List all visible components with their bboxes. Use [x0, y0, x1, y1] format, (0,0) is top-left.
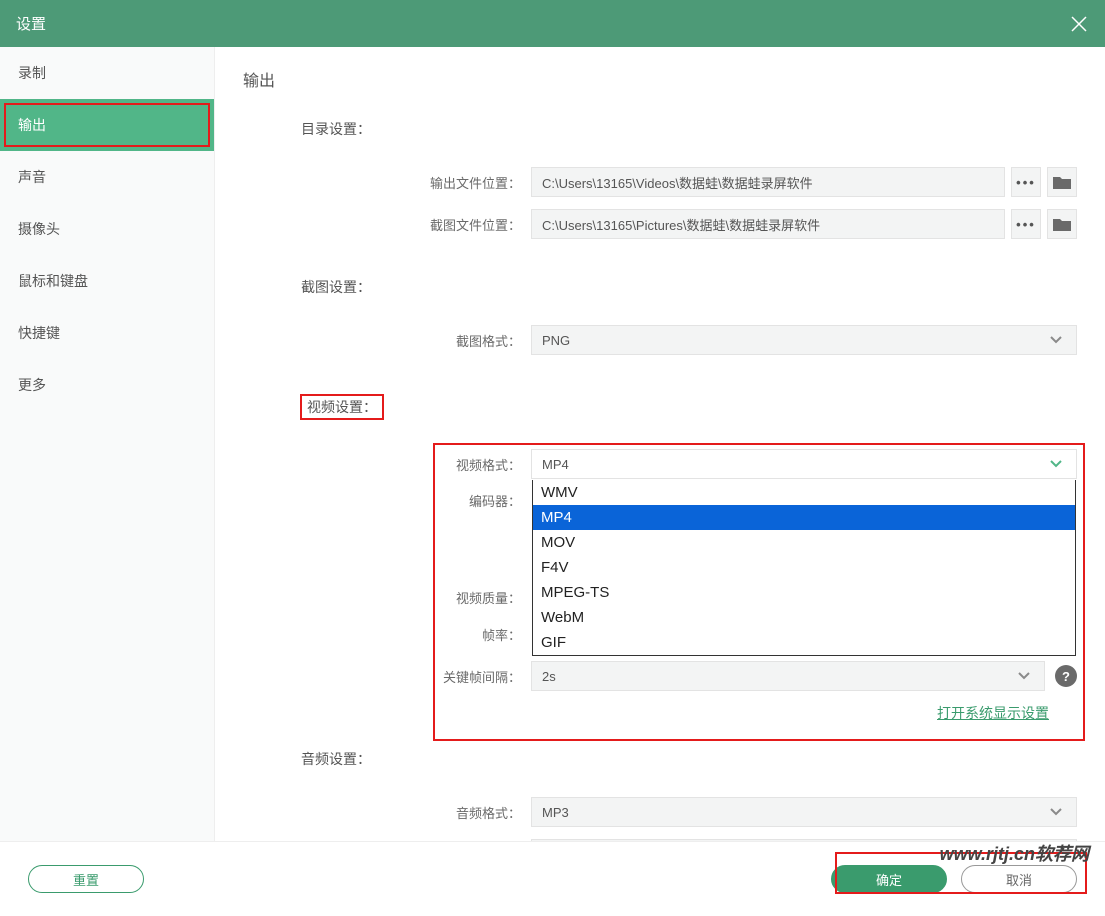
chevron-down-icon — [1048, 455, 1066, 473]
output-path-browse-button[interactable]: ••• — [1011, 167, 1041, 197]
screenshot-path-field[interactable]: C:\Users\13165\Pictures\数据蛙\数据蛙录屏软件 — [531, 209, 1005, 239]
close-icon[interactable] — [1069, 14, 1089, 34]
sidebar: 录制 输出 声音 摄像头 鼠标和键盘 快捷键 更多 — [0, 47, 215, 841]
help-icon[interactable]: ? — [1055, 665, 1077, 687]
video-format-option[interactable]: WMV — [533, 480, 1075, 505]
output-path-field[interactable]: C:\Users\13165\Videos\数据蛙\数据蛙录屏软件 — [531, 167, 1005, 197]
video-format-option[interactable]: WebM — [533, 605, 1075, 630]
footer: 重置 确定 取消 — [0, 841, 1105, 916]
video-format-option[interactable]: MP4 — [533, 505, 1075, 530]
folder-icon — [1053, 175, 1071, 189]
sidebar-item-sound[interactable]: 声音 — [0, 151, 214, 203]
video-keyframe-select[interactable]: 2s — [531, 661, 1045, 691]
video-format-option[interactable]: GIF — [533, 630, 1075, 655]
video-fps-label: 帧率： — [243, 625, 531, 644]
cancel-button[interactable]: 取消 — [961, 865, 1077, 893]
sidebar-item-more[interactable]: 更多 — [0, 359, 214, 411]
video-format-select[interactable]: MP4 WMV MP4 MOV F4V MPEG-TS WebM GIF — [531, 449, 1077, 479]
video-quality-label: 视频质量： — [243, 588, 531, 607]
video-format-dropdown: WMV MP4 MOV F4V MPEG-TS WebM GIF — [532, 480, 1076, 656]
sidebar-item-camera[interactable]: 摄像头 — [0, 203, 214, 255]
screenshot-path-browse-button[interactable]: ••• — [1011, 209, 1041, 239]
screenshot-format-select[interactable]: PNG — [531, 325, 1077, 355]
screenshot-path-open-folder-button[interactable] — [1047, 209, 1077, 239]
page-title: 输出 — [243, 67, 1077, 91]
sidebar-item-record[interactable]: 录制 — [0, 47, 214, 99]
window-title: 设置 — [16, 13, 1069, 34]
reset-button[interactable]: 重置 — [28, 865, 144, 893]
section-directory: 目录设置： — [243, 119, 1077, 139]
video-keyframe-label: 关键帧间隔： — [243, 667, 531, 686]
open-display-settings-link[interactable]: 打开系统显示设置 — [937, 705, 1049, 721]
sidebar-item-hotkeys[interactable]: 快捷键 — [0, 307, 214, 359]
chevron-down-icon — [1016, 667, 1034, 685]
screenshot-path-label: 截图文件位置： — [243, 215, 531, 234]
chevron-down-icon — [1048, 803, 1066, 821]
video-encoder-label: 编码器： — [243, 491, 531, 510]
video-format-label: 视频格式： — [243, 455, 531, 474]
sidebar-item-mouse-keyboard[interactable]: 鼠标和键盘 — [0, 255, 214, 307]
output-path-label: 输出文件位置： — [243, 173, 531, 192]
section-video: 视频设置： — [295, 393, 389, 421]
output-path-open-folder-button[interactable] — [1047, 167, 1077, 197]
screenshot-format-label: 截图格式： — [243, 331, 531, 350]
audio-format-select[interactable]: MP3 — [531, 797, 1077, 827]
audio-format-label: 音频格式： — [243, 803, 531, 822]
sidebar-item-output[interactable]: 输出 — [0, 99, 214, 151]
titlebar: 设置 — [0, 0, 1105, 47]
folder-icon — [1053, 217, 1071, 231]
section-audio: 音频设置： — [243, 749, 1077, 769]
ok-button[interactable]: 确定 — [831, 865, 947, 893]
chevron-down-icon — [1048, 331, 1066, 349]
main-panel: 输出 目录设置： 输出文件位置： C:\Users\13165\Videos\数… — [215, 47, 1105, 841]
section-screenshot: 截图设置： — [243, 277, 1077, 297]
video-format-option[interactable]: F4V — [533, 555, 1075, 580]
video-format-option[interactable]: MOV — [533, 530, 1075, 555]
video-format-option[interactable]: MPEG-TS — [533, 580, 1075, 605]
